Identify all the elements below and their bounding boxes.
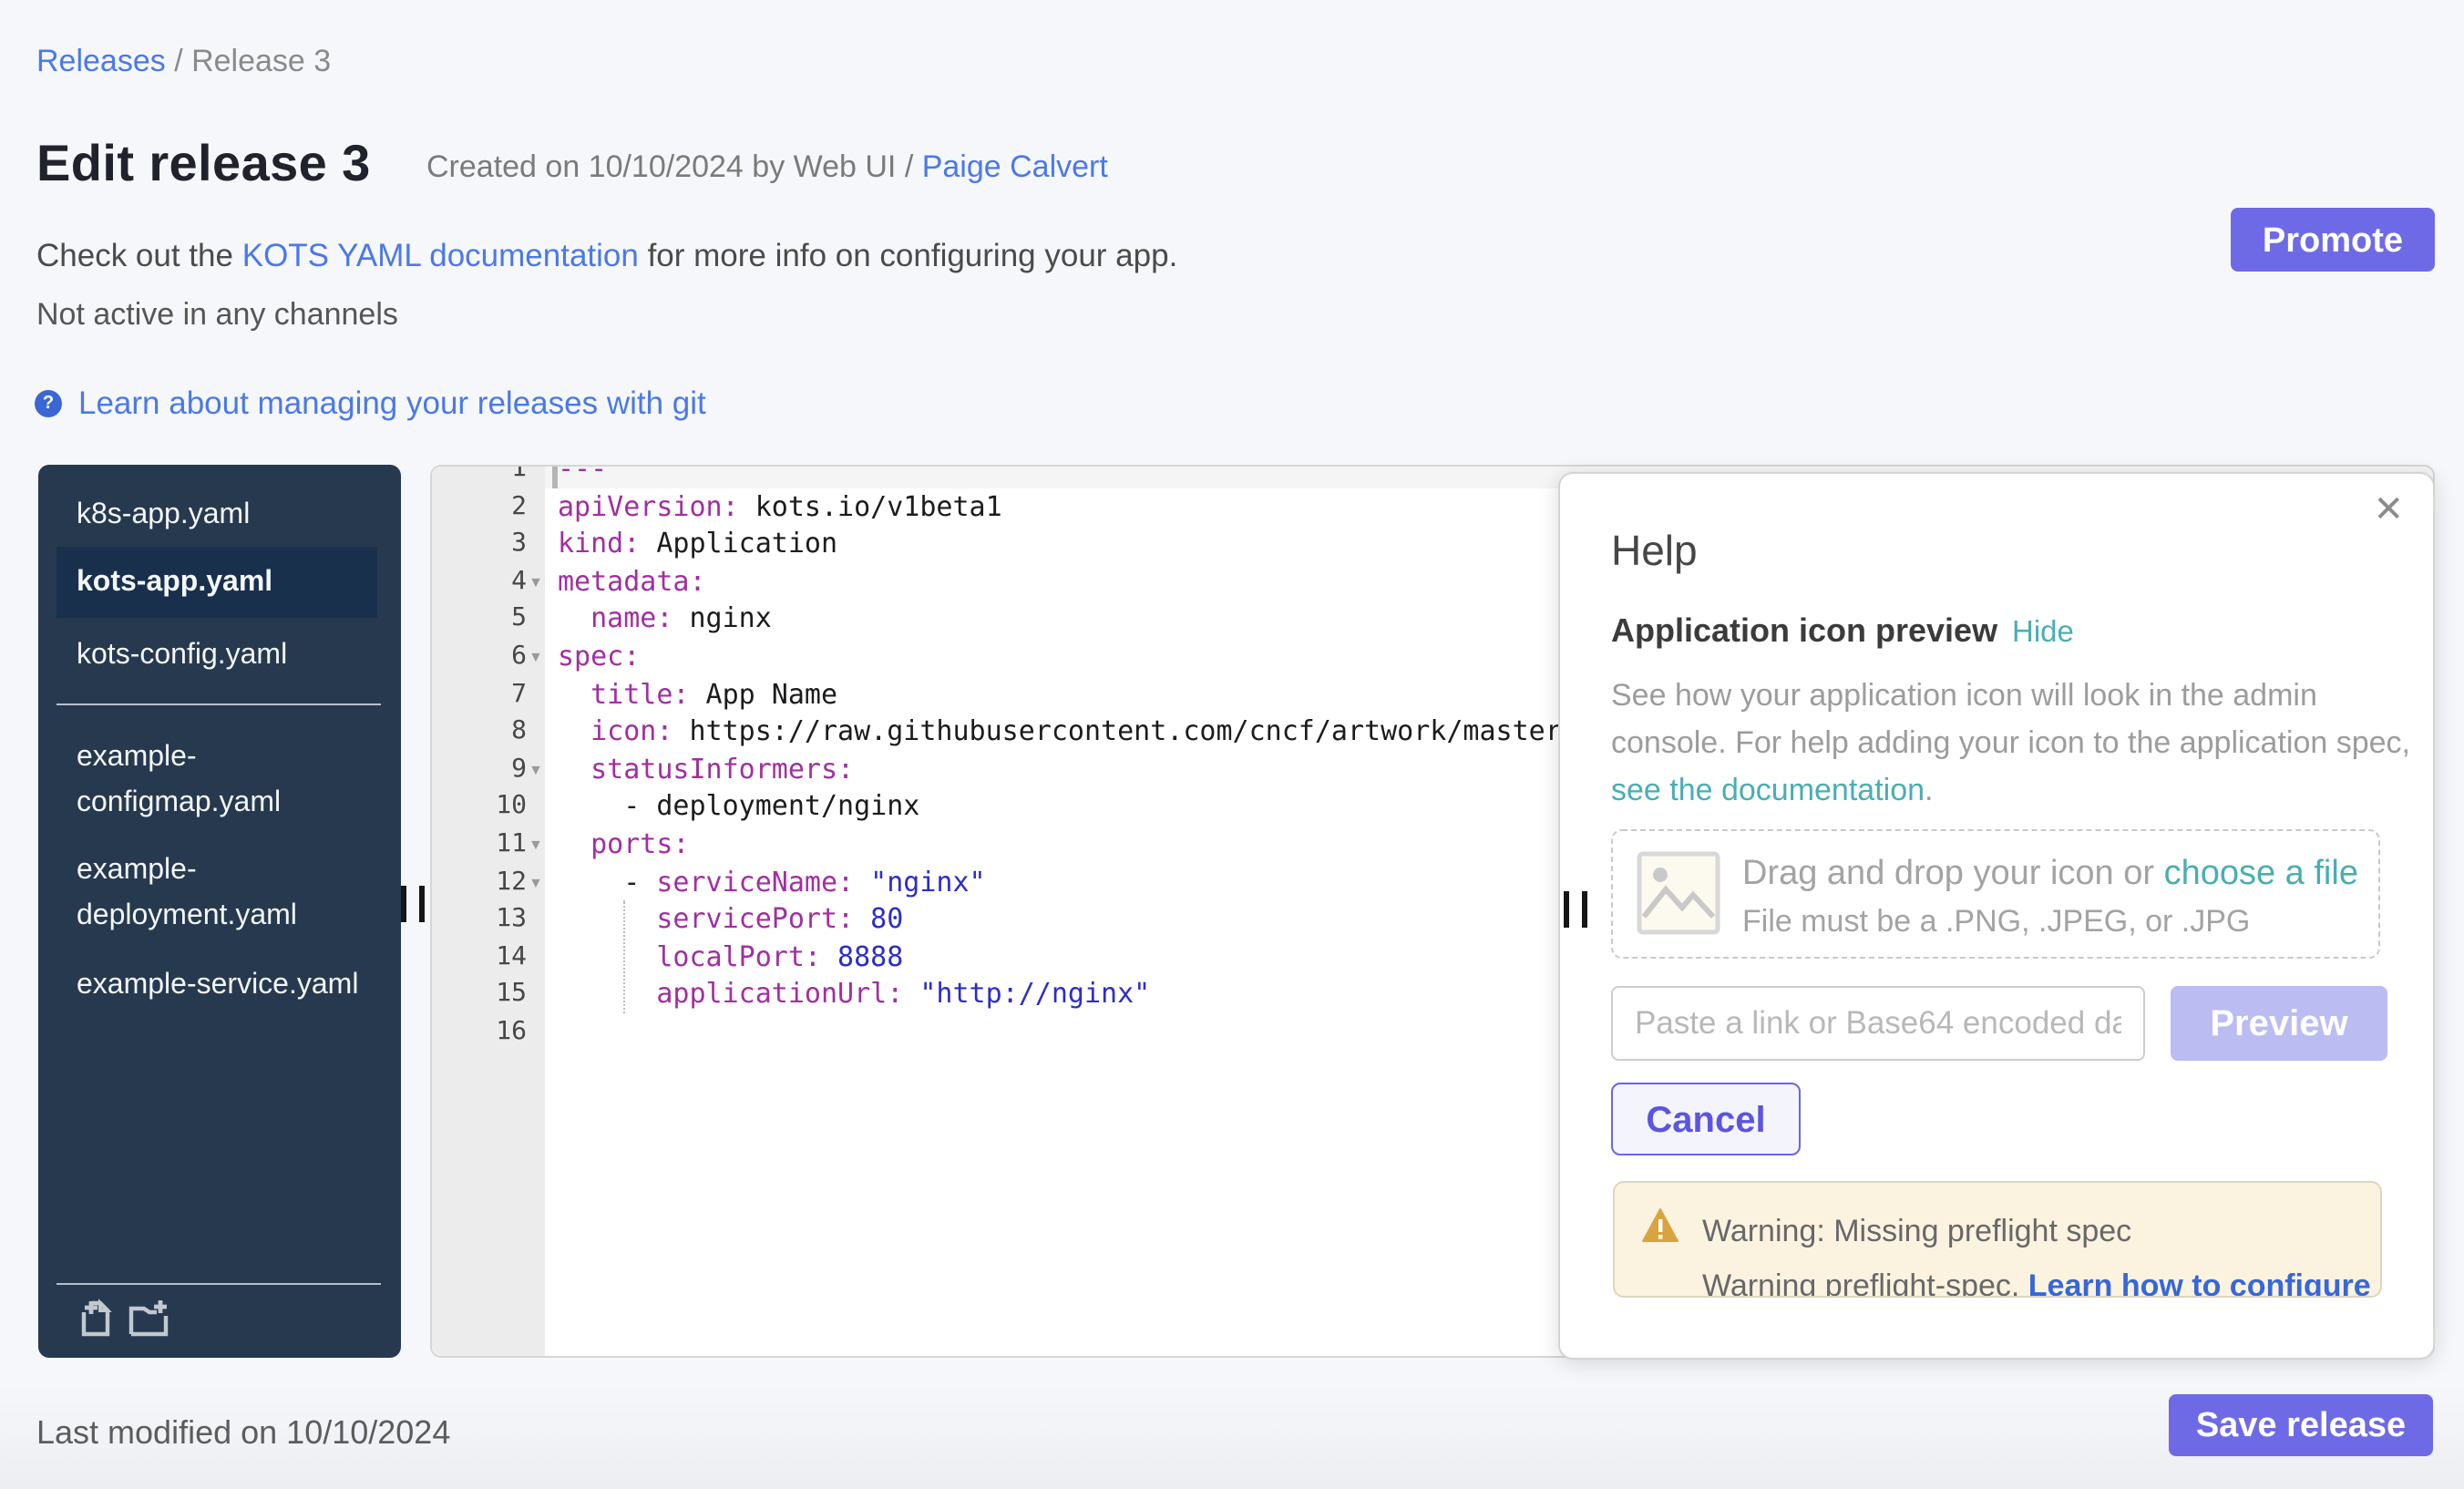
created-text: Created on 10/10/2024 by Web UI /	[426, 149, 922, 184]
help-description-line3: see the documentation.	[1611, 767, 1934, 815]
help-panel-title: Help	[1611, 527, 1698, 576]
help-panel: ✕ Help Application icon preview Hide See…	[1558, 472, 2435, 1360]
cancel-button[interactable]: Cancel	[1611, 1083, 1801, 1155]
breadcrumb-separator: /	[166, 44, 191, 78]
line-number: 12	[432, 863, 527, 901]
docs-hint: Check out the KOTS YAML documentation fo…	[36, 237, 1177, 275]
code-line: kind: Application	[558, 525, 837, 563]
image-placeholder-icon	[1637, 851, 1720, 935]
line-number: 2	[432, 488, 527, 526]
code-line: statusInformers:	[558, 751, 854, 789]
fold-arrow-icon[interactable]: ▼	[529, 563, 543, 601]
warning-title: Warning: Missing preflight spec	[1702, 1214, 2131, 1250]
code-line: - serviceName: "nginx"	[558, 863, 986, 901]
line-number: 7	[432, 675, 527, 714]
see-documentation-link[interactable]: see the documentation	[1611, 773, 1925, 807]
line-number: 1	[432, 465, 527, 488]
code-line: spec:	[558, 638, 640, 676]
new-file-icon[interactable]	[75, 1298, 117, 1340]
fold-arrow-icon[interactable]: ▼	[529, 863, 543, 901]
help-description-line2: console. For help adding your icon to th…	[1611, 720, 2410, 767]
sidebar-file-kots-app.yaml[interactable]: kots-app.yaml	[56, 547, 377, 618]
dropzone-text: Drag and drop your icon or choose a file	[1742, 855, 2358, 895]
line-number: 10	[432, 788, 527, 827]
code-line: localPort: 8888	[558, 939, 903, 977]
new-folder-icon[interactable]	[128, 1298, 169, 1340]
close-icon[interactable]: ✕	[2373, 492, 2404, 529]
sidebar-divider-top	[56, 703, 381, 705]
sidebar-file-example-deployment.yaml[interactable]: example-deployment.yaml	[56, 847, 377, 939]
question-circle-icon: ?	[35, 390, 62, 417]
indent-guide	[623, 900, 625, 1013]
resize-bar-icon	[419, 886, 425, 922]
line-number: 14	[432, 939, 527, 977]
resize-bar-icon	[401, 886, 406, 922]
sidebar-divider-bottom	[56, 1283, 381, 1285]
fold-arrow-icon[interactable]: ▼	[529, 638, 543, 676]
line-number: 5	[432, 601, 527, 639]
help-description-line1: See how your application icon will look …	[1611, 673, 2317, 720]
git-releases-link[interactable]: Learn about managing your releases with …	[78, 385, 706, 421]
choose-file-link[interactable]: choose a file	[2164, 855, 2358, 893]
created-by-link[interactable]: Paige Calvert	[922, 149, 1108, 184]
resize-bar-icon	[1564, 891, 1569, 928]
line-number: 8	[432, 713, 527, 751]
code-line: applicationUrl: "http://nginx"	[558, 976, 1150, 1014]
dropzone-text-prefix: Drag and drop your icon or	[1742, 855, 2164, 893]
icon-dropzone[interactable]: Drag and drop your icon or choose a file…	[1611, 829, 2380, 959]
last-modified-text: Last modified on 10/10/2024	[36, 1414, 450, 1453]
resize-bar-icon	[1582, 891, 1587, 928]
docs-hint-prefix: Check out the	[36, 237, 242, 273]
warning-detail: Warning preflight-spec. Learn how to con…	[1702, 1268, 2371, 1298]
kots-yaml-docs-link[interactable]: KOTS YAML documentation	[242, 237, 639, 273]
icon-url-input[interactable]	[1611, 986, 2145, 1061]
code-line: servicePort: 80	[558, 900, 903, 939]
hide-link[interactable]: Hide	[2012, 616, 2074, 651]
breadcrumb-releases-link[interactable]: Releases	[36, 44, 166, 78]
channel-status: Not active in any channels	[36, 297, 398, 334]
sidebar-file-kots-config.yaml[interactable]: kots-config.yaml	[56, 632, 377, 678]
preview-button[interactable]: Preview	[2171, 986, 2387, 1061]
line-number: 4	[432, 563, 527, 601]
icon-preview-section-title: Application icon preview	[1611, 612, 1997, 651]
learn-how-to-configure-link[interactable]: Learn how to configure	[2028, 1268, 2371, 1298]
code-line: metadata:	[558, 563, 706, 601]
page-title: Edit release 3	[36, 135, 371, 193]
line-number: 9	[432, 751, 527, 789]
preflight-warning-box: Warning: Missing preflight spec Warning …	[1613, 1181, 2382, 1298]
sidebar-file-example-configmap.yaml[interactable]: example-configmap.yaml	[56, 734, 377, 826]
code-line: - deployment/nginx	[558, 788, 919, 827]
sidebar-file-example-service.yaml[interactable]: example-service.yaml	[56, 962, 377, 1008]
fold-arrow-icon[interactable]: ▼	[529, 826, 543, 864]
warning-detail-text: Warning preflight-spec.	[1702, 1268, 2028, 1298]
code-line: ---	[558, 465, 607, 488]
breadcrumb-current: Release 3	[191, 44, 331, 78]
promote-button[interactable]: Promote	[2231, 208, 2435, 272]
sentence-period: .	[1925, 773, 1933, 807]
dropzone-file-hint: File must be a .PNG, .JPEG, or .JPG	[1742, 904, 2250, 940]
line-number: 16	[432, 1013, 527, 1052]
code-line: icon: https://raw.githubusercontent.com/…	[558, 713, 1578, 751]
line-number: 13	[432, 900, 527, 939]
created-line: Created on 10/10/2024 by Web UI / Paige …	[426, 149, 1108, 186]
line-number: 3	[432, 525, 527, 563]
save-release-button[interactable]: Save release	[2169, 1394, 2433, 1456]
breadcrumb: Releases / Release 3	[36, 44, 331, 80]
code-line: ports:	[558, 826, 690, 864]
line-number: 6	[432, 638, 527, 676]
sidebar-file-k8s-app.yaml[interactable]: k8s-app.yaml	[56, 492, 377, 538]
code-line: title: App Name	[558, 675, 837, 714]
line-number: 15	[432, 976, 527, 1014]
line-number: 11	[432, 826, 527, 864]
docs-hint-suffix: for more info on configuring your app.	[639, 237, 1177, 273]
code-line: name: nginx	[558, 601, 772, 639]
editor-gutter: 1234▼56▼789▼1011▼12▼13141516	[432, 467, 545, 1356]
warning-triangle-icon	[1642, 1208, 1679, 1252]
git-help-row: ? Learn about managing your releases with…	[35, 385, 706, 421]
file-sidebar: k8s-app.yaml kots-app.yaml kots-config.yam…	[38, 465, 401, 1358]
code-line: apiVersion: kots.io/v1beta1	[558, 488, 1002, 526]
fold-arrow-icon[interactable]: ▼	[529, 751, 543, 789]
